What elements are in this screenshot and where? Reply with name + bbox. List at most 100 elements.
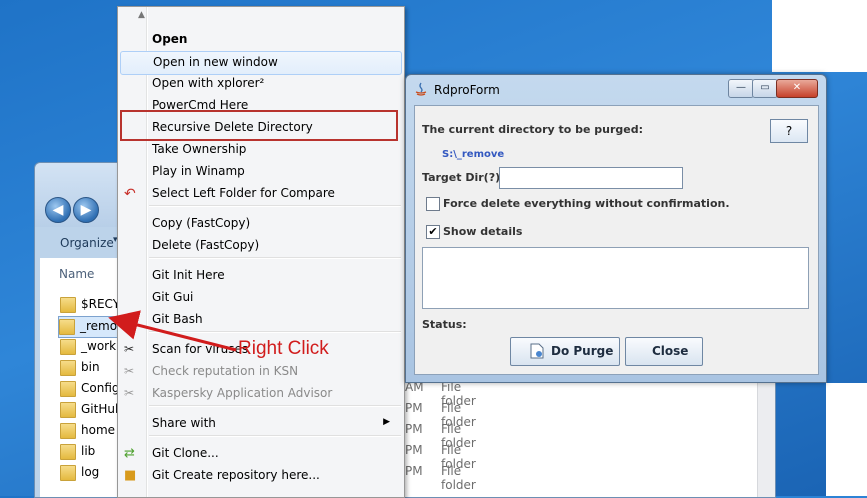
menu-item-label: Open with xplorer² (152, 76, 265, 90)
menu-item-label: Select Left Folder for Compare (152, 186, 335, 200)
menu-item-delete-fastcopy[interactable]: Delete (FastCopy) (120, 235, 400, 257)
folder-row[interactable]: lib (60, 442, 118, 462)
menu-separator (149, 435, 401, 437)
menu-item-label: Share with (152, 416, 216, 430)
menu-item-label: Play in Winamp (152, 164, 245, 178)
menu-item-open[interactable]: Open (120, 29, 400, 51)
git-clone-icon: ⇄ (124, 446, 135, 461)
highlight-box (120, 110, 398, 141)
menu-item-git-init-here[interactable]: Git Init Here (120, 265, 400, 287)
status-label: Status: (422, 318, 467, 331)
folder-row[interactable]: Config (60, 379, 120, 399)
back-arrow-icon[interactable]: ◀ (45, 197, 71, 223)
submenu-arrow-icon: ▶ (383, 417, 390, 427)
type-cell: File folder (441, 464, 476, 492)
menu-separator (149, 257, 401, 259)
folder-row[interactable]: _work (60, 337, 118, 357)
dialog-title: RdproForm (434, 83, 500, 97)
desktop-white-area (826, 383, 867, 496)
folder-icon (60, 381, 76, 397)
menu-item-label: Git Create repository here... (152, 468, 320, 482)
menu-item-label: Take Ownership (152, 142, 247, 156)
folder-icon (60, 402, 76, 418)
target-dir-label: Target Dir(?): (422, 171, 505, 184)
current-dir-value: S:\_remove (442, 149, 505, 160)
menu-item-label: Git Bash (152, 312, 203, 326)
menu-item-play-in-winamp[interactable]: Play in Winamp (120, 161, 400, 183)
kaspersky-icon: ✂ (124, 386, 135, 400)
folder-name: lib (81, 444, 96, 458)
folder-row[interactable]: log (60, 463, 118, 483)
date-cell: PM (405, 443, 423, 457)
java-icon (415, 82, 427, 96)
menu-item-label: Copy (FastCopy) (152, 216, 251, 230)
right-click-label: Right Click (238, 338, 329, 359)
menu-separator (149, 331, 401, 333)
menu-item-label: Open in new window (153, 55, 278, 69)
menu-separator (149, 405, 401, 407)
folder-icon (60, 423, 76, 439)
folder-name: Config (81, 381, 120, 395)
vertical-scrollbar[interactable] (757, 378, 775, 497)
menu-item-label: Kaspersky Application Advisor (152, 386, 333, 400)
menu-item-git-bash[interactable]: Git Bash (120, 309, 400, 331)
menu-item-label: Git Init Here (152, 268, 225, 282)
help-button[interactable]: ? (770, 119, 808, 143)
folder-icon (60, 465, 76, 481)
menu-item-git-clone[interactable]: ⇄ Git Clone... (120, 443, 400, 465)
folder-row[interactable]: home (60, 421, 118, 441)
menu-item-copy-fastcopy[interactable]: Copy (FastCopy) (120, 213, 400, 235)
current-dir-label: The current directory to be purged: (422, 123, 644, 136)
menu-item-label: Delete (FastCopy) (152, 238, 260, 252)
folder-row[interactable]: $RECYC (60, 295, 128, 315)
folder-name: log (81, 465, 100, 479)
scroll-up-icon[interactable]: ▲ (138, 10, 145, 20)
menu-item-label: Open (152, 32, 188, 46)
close-button[interactable]: Close (625, 337, 703, 366)
show-details-label: Show details (443, 225, 523, 238)
menu-item-select-left-folder-for-compare[interactable]: ↶ Select Left Folder for Compare (120, 183, 400, 205)
menu-item-label: Git Gui (152, 290, 194, 304)
dialog-body: The current directory to be purged: ? S:… (414, 105, 819, 375)
compare-icon: ↶ (124, 186, 136, 202)
force-delete-checkbox[interactable] (426, 197, 440, 211)
menu-item-kaspersky-application-advisor: ✂ Kaspersky Application Advisor (120, 383, 400, 405)
folder-name: _remo (80, 319, 118, 333)
force-delete-label: Force delete everything without confirma… (443, 197, 730, 210)
date-cell: PM (405, 464, 423, 478)
do-purge-label: Do Purge (551, 344, 614, 358)
menu-item-git-create-repository-here[interactable]: ■ Git Create repository here... (120, 465, 400, 487)
menu-item-share-with[interactable]: Share with ▶ (120, 413, 400, 435)
file-details-pane: AM File folder PM File folder PM File folder P… (405, 378, 775, 497)
menu-item-git-gui[interactable]: Git Gui (120, 287, 400, 309)
column-header-name[interactable]: Name (59, 267, 94, 281)
close-window-button[interactable]: ✕ (776, 79, 818, 98)
rdproform-dialog: RdproForm — ▭ ✕ The current directory to… (405, 74, 827, 383)
folder-row[interactable]: GitHub (60, 400, 123, 420)
folder-icon (60, 360, 76, 376)
close-label: Close (652, 344, 689, 358)
menu-item-take-ownership[interactable]: Take Ownership (120, 139, 400, 161)
folder-icon (60, 339, 76, 355)
folder-icon (60, 297, 76, 313)
folder-name: _work (81, 339, 117, 353)
folder-icon (59, 319, 75, 335)
date-cell: PM (405, 401, 423, 415)
do-purge-button[interactable]: Do Purge (510, 337, 620, 366)
folder-row[interactable]: _remo (58, 316, 124, 338)
folder-name: home (81, 423, 116, 437)
organize-label: Organize (60, 236, 114, 250)
folder-row[interactable]: bin (60, 358, 118, 378)
menu-item-open-with-xplorer[interactable]: Open with xplorer² (120, 73, 400, 95)
organize-button[interactable]: Organize ▾ (40, 231, 120, 255)
minimize-button[interactable]: — (728, 79, 754, 98)
show-details-checkbox[interactable]: ✔ (426, 225, 440, 239)
menu-item-label: Git Clone... (152, 446, 219, 460)
menu-item-open-in-new-window[interactable]: Open in new window (120, 51, 402, 75)
maximize-button[interactable]: ▭ (752, 79, 778, 98)
forward-arrow-icon[interactable]: ▶ (73, 197, 99, 223)
kaspersky-icon: ✂ (124, 364, 135, 378)
target-dir-input[interactable] (499, 167, 683, 189)
kaspersky-icon: ✂ (124, 342, 135, 356)
details-textarea[interactable] (422, 247, 809, 309)
